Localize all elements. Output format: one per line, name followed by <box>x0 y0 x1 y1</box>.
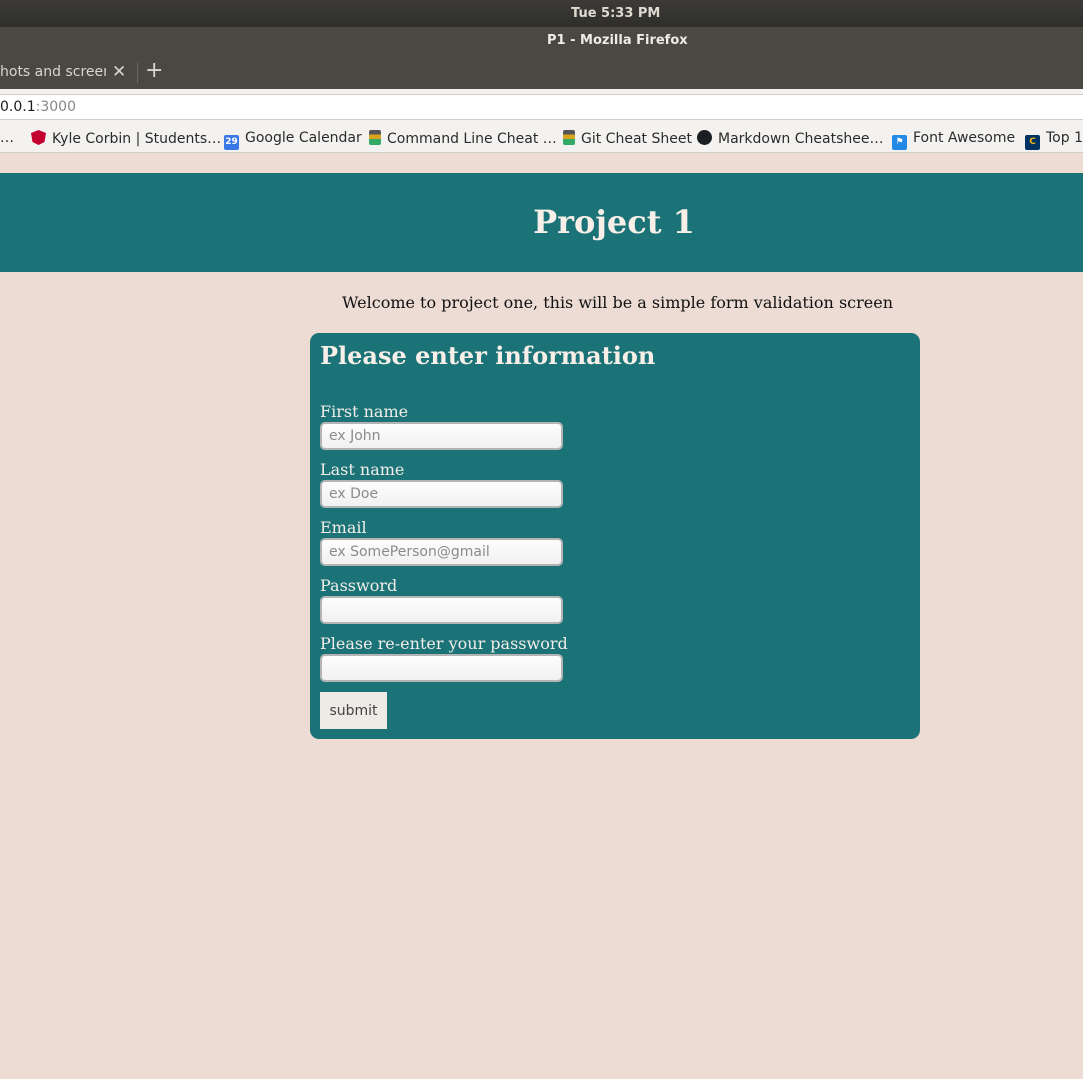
page-title: Project 1 <box>533 203 695 241</box>
bookmark-overflow[interactable]: … <box>0 130 14 146</box>
tab-separator <box>137 63 138 83</box>
bookmark-label: Markdown Cheatshee… <box>718 131 884 147</box>
bookmark-command-line[interactable]: Command Line Cheat … <box>369 130 557 147</box>
bookmark-label: Git Cheat Sheet <box>581 131 692 147</box>
confirm-password-input[interactable] <box>320 654 563 682</box>
email-input[interactable] <box>320 538 563 566</box>
bookmark-label: Kyle Corbin | Students… <box>52 131 222 147</box>
last-name-input[interactable] <box>320 480 563 508</box>
bookmark-google-calendar[interactable]: 29 Google Calendar <box>224 130 362 150</box>
form-heading: Please enter information <box>320 341 656 370</box>
bookmark-top[interactable]: C Top 1 <box>1025 130 1083 150</box>
system-top-bar: Tue 5:33 PM <box>0 0 1083 27</box>
url-port: :3000 <box>35 99 76 115</box>
page-content: Project 1 Welcome to project one, this w… <box>0 153 1083 1079</box>
confirm-password-label: Please re-enter your password <box>320 634 568 653</box>
bookmarks-toolbar: … Kyle Corbin | Students… 29 Google Calen… <box>0 125 1083 153</box>
url-host: 0.0.1 <box>0 99 36 115</box>
bookmark-git-cheat-sheet[interactable]: Git Cheat Sheet <box>563 130 692 147</box>
cheat-sheet-icon <box>369 130 381 145</box>
bookmark-markdown[interactable]: Markdown Cheatshee… <box>697 130 883 147</box>
email-label: Email <box>320 518 367 537</box>
first-name-label: First name <box>320 402 409 421</box>
first-name-input[interactable] <box>320 422 563 450</box>
registration-form: Please enter information First name Last… <box>310 333 920 739</box>
angular-icon <box>31 130 46 145</box>
system-clock[interactable]: Tue 5:33 PM <box>571 0 660 27</box>
browser-tab[interactable]: hots and screenc ✕ <box>0 57 137 87</box>
url-field[interactable]: 0.0.1:3000 <box>0 94 1083 120</box>
tab-label: hots and screenc <box>0 64 106 80</box>
window-title: P1 - Mozilla Firefox <box>547 33 688 48</box>
close-tab-icon[interactable]: ✕ <box>112 62 126 82</box>
cal-icon: C <box>1025 135 1040 150</box>
flag-icon: ⚑ <box>892 135 907 150</box>
bookmark-label: Top 1 <box>1046 130 1083 146</box>
bookmark-font-awesome[interactable]: ⚑ Font Awesome <box>892 130 1015 150</box>
bookmark-label: Command Line Cheat … <box>387 131 557 147</box>
page-header: Project 1 <box>0 173 1083 272</box>
navigation-bar: 0.0.1:3000 <box>0 89 1083 125</box>
welcome-text: Welcome to project one, this will be a s… <box>342 293 894 312</box>
bookmark-kyle-corbin[interactable]: Kyle Corbin | Students… <box>31 130 221 147</box>
bookmark-label: Google Calendar <box>245 130 362 146</box>
window-title-bar: P1 - Mozilla Firefox <box>0 27 1083 55</box>
new-tab-icon[interactable]: + <box>145 58 163 83</box>
password-label: Password <box>320 576 398 595</box>
cheat-sheet-icon <box>563 130 575 145</box>
submit-button[interactable]: submit <box>320 692 387 729</box>
last-name-label: Last name <box>320 460 405 479</box>
tab-strip: hots and screenc ✕ + <box>0 55 1083 89</box>
calendar-icon: 29 <box>224 135 239 150</box>
bookmark-label: … <box>0 130 14 146</box>
bookmark-label: Font Awesome <box>913 130 1016 146</box>
github-icon <box>697 130 712 145</box>
password-input[interactable] <box>320 596 563 624</box>
